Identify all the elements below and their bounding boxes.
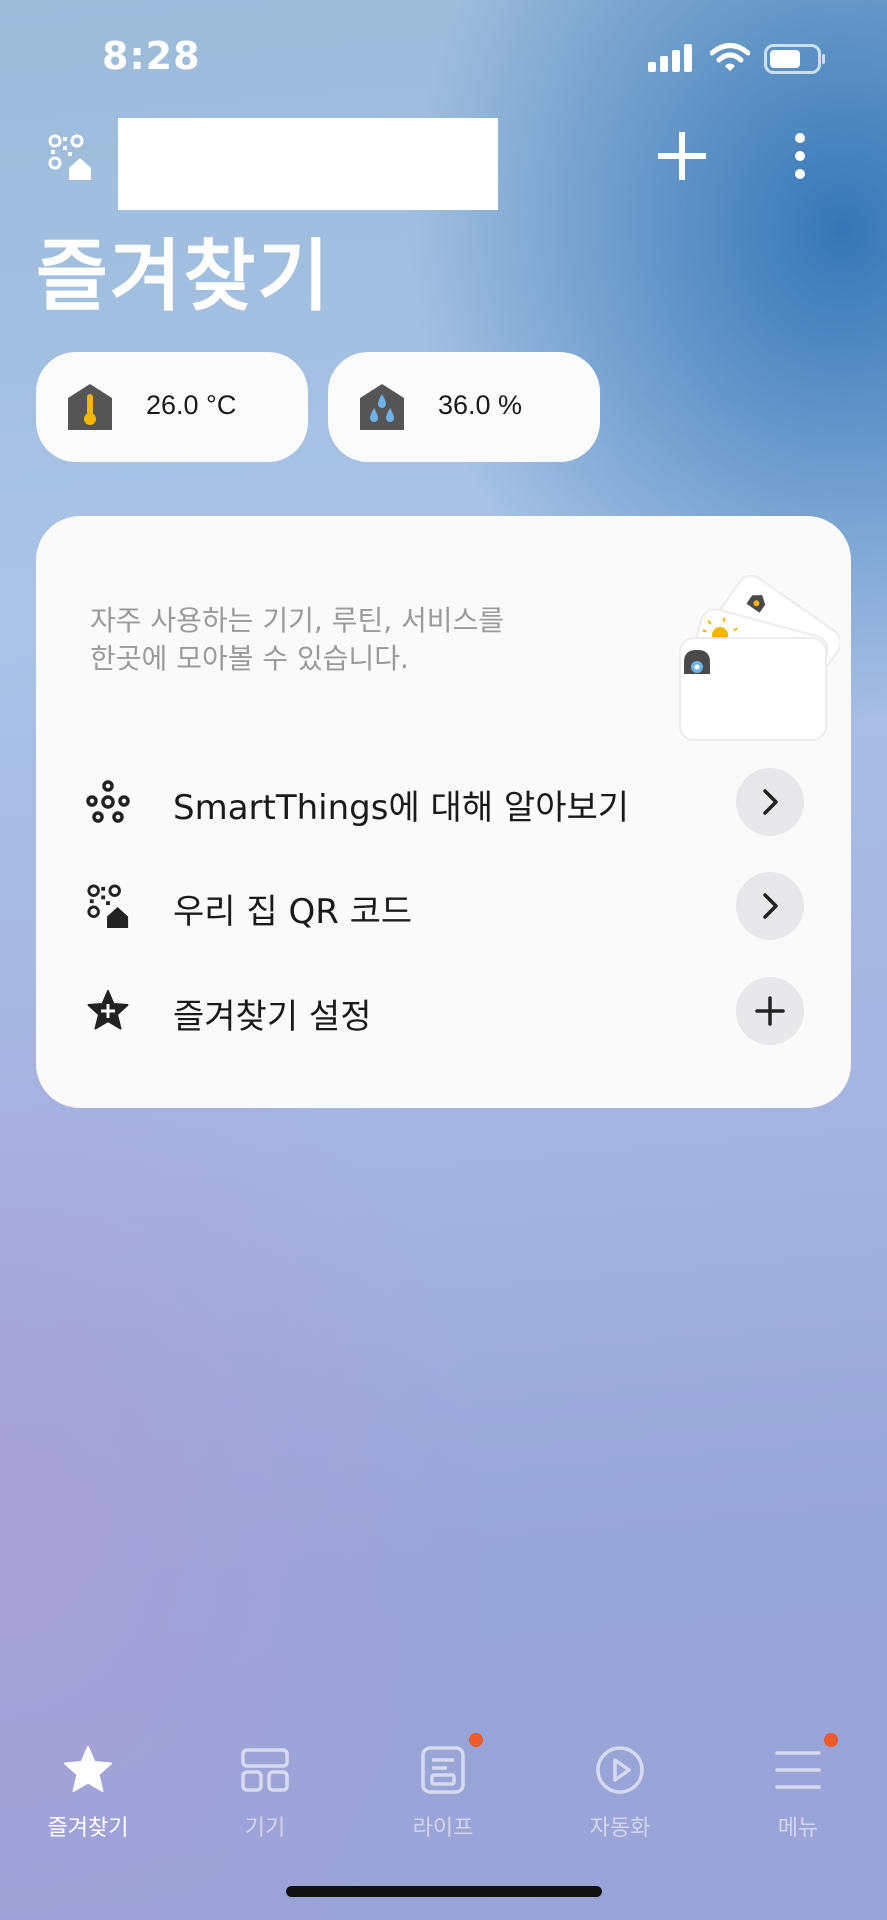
chevron-right-icon: [763, 789, 778, 815]
nav-label-life: 라이프: [412, 1816, 474, 1841]
nav-label-devices: 기기: [244, 1816, 286, 1841]
nav-tab-devices[interactable]: 기기: [185, 1730, 345, 1841]
battery-icon: [764, 44, 825, 74]
home-indicator[interactable]: [286, 1886, 602, 1897]
nav-label-automation: 자동화: [589, 1816, 651, 1841]
star-icon: [64, 1746, 112, 1792]
favorites-empty-card: 자주 사용하는 기기, 루틴, 서비스를 한곳에 모아볼 수 있습니다. Sma…: [36, 516, 851, 1108]
bottom-nav: 즐겨찾기 기기 라이프 자동화 메뉴: [0, 1730, 887, 1850]
life-badge-dot: [469, 1733, 483, 1747]
life-icon: [421, 1746, 465, 1794]
nav-label-favorites: 즐겨찾기: [47, 1816, 129, 1841]
smartthings-icon: [86, 780, 130, 823]
status-time: 8:28: [102, 34, 201, 78]
devices-icon: [241, 1748, 289, 1792]
add-icon[interactable]: [656, 130, 708, 182]
home-qr-code-row[interactable]: 우리 집 QR 코드: [36, 866, 851, 946]
favorites-illustration: [679, 574, 840, 741]
home-qr-icon[interactable]: [48, 134, 92, 180]
nav-tab-menu[interactable]: 메뉴: [718, 1730, 878, 1841]
home-qr-icon: [87, 884, 129, 928]
menu-icon: [775, 1751, 821, 1789]
thermometer-house-icon: [68, 384, 112, 430]
page-title: 즐겨찾기: [36, 232, 332, 322]
favorites-settings-button[interactable]: [736, 977, 804, 1045]
wifi-icon: [710, 43, 750, 71]
chevron-right-icon: [763, 893, 778, 919]
home-qr-code-button[interactable]: [736, 872, 804, 940]
nav-tab-life[interactable]: 라이프: [363, 1730, 523, 1841]
humidity-value: 36.0 %: [438, 390, 523, 420]
signal-icon: [648, 44, 694, 72]
star-plus-icon: [87, 990, 129, 1030]
automation-play-icon: [596, 1746, 644, 1794]
temperature-chip[interactable]: 26.0 °C: [36, 352, 308, 462]
favorites-description: 자주 사용하는 기기, 루틴, 서비스를 한곳에 모아볼 수 있습니다.: [90, 602, 550, 678]
home-name-redacted[interactable]: [118, 118, 498, 210]
description-line-1: 자주 사용하는 기기, 루틴, 서비스를: [90, 604, 505, 637]
menu-badge-dot: [824, 1733, 838, 1747]
favorites-settings-label: 즐겨찾기 설정: [173, 997, 372, 1037]
learn-smartthings-button[interactable]: [736, 768, 804, 836]
temperature-value: 26.0 °C: [146, 390, 237, 420]
description-line-2: 한곳에 모아볼 수 있습니다.: [90, 642, 409, 675]
humidity-house-icon: [360, 384, 404, 430]
nav-tab-favorites[interactable]: 즐겨찾기: [8, 1730, 168, 1841]
learn-smartthings-label: SmartThings에 대해 알아보기: [173, 788, 630, 828]
favorites-settings-row[interactable]: 즐겨찾기 설정: [36, 971, 851, 1051]
humidity-chip[interactable]: 36.0 %: [328, 352, 600, 462]
home-qr-code-label: 우리 집 QR 코드: [173, 892, 413, 932]
more-vertical-icon[interactable]: [786, 132, 814, 180]
plus-icon: [755, 996, 785, 1026]
status-bar: 8:28: [0, 0, 887, 120]
learn-smartthings-row[interactable]: SmartThings에 대해 알아보기: [36, 762, 851, 842]
nav-label-menu: 메뉴: [777, 1816, 819, 1841]
nav-tab-automation[interactable]: 자동화: [540, 1730, 700, 1841]
